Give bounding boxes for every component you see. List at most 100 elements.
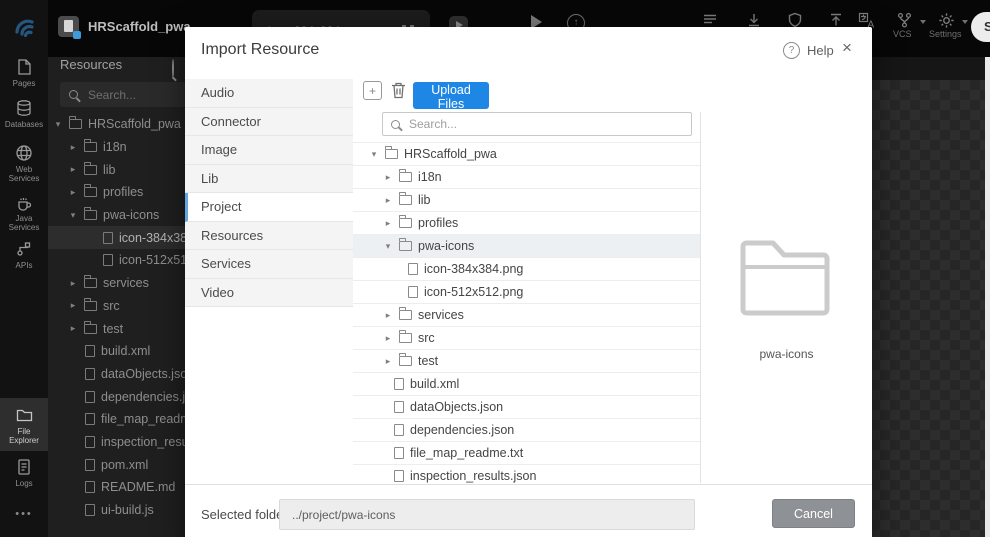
- import-resource-dialog: Import Resource Help Audio Connector Ima…: [185, 27, 872, 537]
- chevron-down-icon[interactable]: [920, 20, 926, 24]
- footer-divider: [185, 484, 872, 485]
- sidebar-item-pages[interactable]: Pages: [0, 58, 48, 88]
- sidebar-item-file-explorer[interactable]: File Explorer: [0, 398, 48, 451]
- folder-icon: [399, 353, 412, 366]
- selected-folder-input[interactable]: [279, 499, 695, 530]
- tree-row[interactable]: i18n: [353, 165, 700, 188]
- cancel-button[interactable]: Cancel: [772, 499, 855, 528]
- left-nav-rail: Pages Databases Web Services Java Servic…: [0, 0, 48, 537]
- caret-right-icon[interactable]: [383, 196, 393, 205]
- tree-row[interactable]: HRScaffold_pwa: [353, 142, 700, 165]
- file-icon: [85, 413, 95, 426]
- caret-right-icon[interactable]: [68, 279, 78, 288]
- project-chip[interactable]: HRScaffold_pwa: [58, 16, 191, 39]
- search-icon: [69, 90, 78, 99]
- app-logo-icon[interactable]: [9, 13, 39, 43]
- sidebar-item-databases[interactable]: Databases: [0, 99, 48, 129]
- sidebar-item-apis[interactable]: APIs: [0, 240, 48, 270]
- sidebar-item-web-services[interactable]: Web Services: [0, 144, 48, 183]
- more-menu-icon[interactable]: [0, 508, 48, 520]
- caret-right-icon[interactable]: [383, 334, 393, 343]
- chevron-down-icon[interactable]: [962, 20, 968, 24]
- caret-right-icon[interactable]: [68, 188, 78, 197]
- shield-icon[interactable]: [787, 12, 803, 28]
- vcs-label: VCS: [893, 29, 912, 39]
- gear-icon[interactable]: [938, 12, 955, 29]
- caret-right-icon[interactable]: [383, 173, 393, 182]
- file-icon: [103, 231, 113, 244]
- search-icon: [391, 119, 400, 129]
- folder-preview-icon: [735, 233, 835, 317]
- caret-right-icon[interactable]: [68, 165, 78, 174]
- tree-row[interactable]: file_map_readme.txt: [353, 441, 700, 464]
- tree-row[interactable]: dependencies.json: [353, 418, 700, 441]
- project-icon: [58, 16, 81, 39]
- delete-icon[interactable]: [391, 81, 406, 99]
- selected-folder-label: Selected folder:: [201, 507, 292, 522]
- tree-row[interactable]: src: [353, 326, 700, 349]
- category-project-selected[interactable]: Project: [185, 193, 353, 222]
- dialog-search-input[interactable]: [407, 116, 683, 132]
- category-lib[interactable]: Lib: [185, 164, 353, 193]
- tree-row[interactable]: inspection_results.json: [353, 464, 700, 483]
- category-video[interactable]: Video: [185, 278, 353, 307]
- page-icon: [18, 59, 31, 75]
- folder-icon: [16, 409, 32, 422]
- document-icon: [18, 459, 30, 475]
- folder-icon: [399, 169, 412, 182]
- caret-right-icon[interactable]: [383, 219, 393, 228]
- file-icon: [394, 470, 404, 482]
- sidebar-item-java-services[interactable]: Java Services: [0, 193, 48, 232]
- file-icon: [394, 378, 404, 390]
- category-resources[interactable]: Resources: [185, 221, 353, 250]
- share-button[interactable]: S: [971, 12, 990, 42]
- upload-icon[interactable]: [828, 12, 844, 28]
- tree-row[interactable]: build.xml: [353, 372, 700, 395]
- category-connector[interactable]: Connector: [185, 107, 353, 136]
- help-button[interactable]: Help: [783, 42, 834, 59]
- tree-row[interactable]: icon-384x384.png: [353, 257, 700, 280]
- tree-row[interactable]: profiles: [353, 211, 700, 234]
- close-icon[interactable]: [842, 38, 852, 58]
- right-scrollbar[interactable]: [985, 57, 990, 537]
- caret-right-icon[interactable]: [68, 301, 78, 310]
- folder-icon: [84, 184, 97, 198]
- caret-right-icon[interactable]: [383, 311, 393, 320]
- download-icon[interactable]: [746, 12, 762, 28]
- database-icon: [17, 100, 31, 116]
- folder-icon: [84, 320, 97, 334]
- category-audio[interactable]: Audio: [185, 79, 353, 108]
- category-services[interactable]: Services: [185, 250, 353, 279]
- caret-down-icon[interactable]: [369, 150, 379, 159]
- category-image[interactable]: Image: [185, 136, 353, 165]
- dialog-search: [382, 112, 692, 136]
- tree-row[interactable]: test: [353, 349, 700, 372]
- caret-right-icon[interactable]: [68, 143, 78, 152]
- caret-down-icon[interactable]: [68, 211, 78, 220]
- folder-icon: [399, 307, 412, 320]
- preview-divider: [700, 112, 701, 483]
- vcs-branch-icon[interactable]: [896, 12, 913, 29]
- search-icon[interactable]: [172, 59, 174, 78]
- caret-right-icon[interactable]: [383, 357, 393, 366]
- category-list: Audio Connector Image Lib Project Resour…: [185, 79, 353, 307]
- folder-icon: [84, 207, 97, 221]
- tree-row[interactable]: dataObjects.json: [353, 395, 700, 418]
- file-icon: [394, 424, 404, 436]
- outline-icon[interactable]: [702, 12, 718, 28]
- sidebar-item-logs[interactable]: Logs: [0, 458, 48, 488]
- caret-right-icon[interactable]: [68, 324, 78, 333]
- tree-row[interactable]: lib: [353, 188, 700, 211]
- folder-icon: [84, 161, 97, 175]
- tree-row[interactable]: services: [353, 303, 700, 326]
- tree-row[interactable]: icon-512x512.png: [353, 280, 700, 303]
- file-icon: [85, 481, 95, 494]
- nodes-icon: [17, 242, 31, 256]
- tree-row-selected[interactable]: pwa-icons: [353, 234, 700, 257]
- caret-down-icon[interactable]: [383, 242, 393, 251]
- caret-down-icon[interactable]: [53, 120, 63, 129]
- upload-files-button[interactable]: Upload Files: [413, 82, 489, 111]
- add-folder-button[interactable]: [363, 81, 382, 100]
- dialog-file-tree: HRScaffold_pwa i18n lib profiles pwa-ico…: [353, 142, 700, 483]
- project-name: HRScaffold_pwa: [88, 19, 191, 34]
